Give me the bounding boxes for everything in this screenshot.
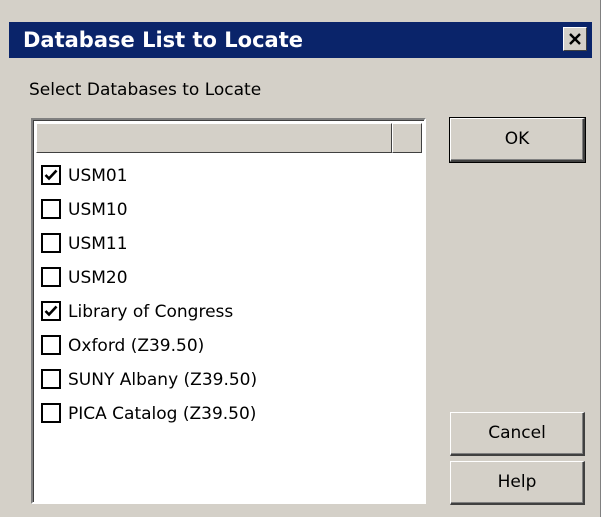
list-item[interactable]: PICA Catalog (Z39.50) xyxy=(39,398,419,432)
checkbox[interactable] xyxy=(41,199,61,219)
check-icon xyxy=(44,305,58,317)
database-listbox[interactable]: USM01 USM10 USM11 USM20 Library of Congress O… xyxy=(31,118,426,504)
list-item-label: PICA Catalog (Z39.50) xyxy=(68,404,257,424)
checkbox[interactable] xyxy=(41,335,61,355)
list-header xyxy=(36,123,422,153)
database-list-dialog: Database List to Locate Select Databases… xyxy=(0,0,601,517)
list-item[interactable]: USM10 xyxy=(39,194,419,228)
checkbox[interactable] xyxy=(41,369,61,389)
help-button[interactable]: Help xyxy=(450,461,585,505)
cancel-button[interactable]: Cancel xyxy=(450,412,585,456)
title-bar: Database List to Locate xyxy=(9,22,592,58)
list-item-label: Oxford (Z39.50) xyxy=(68,336,205,356)
close-button[interactable] xyxy=(563,27,587,51)
checkbox[interactable] xyxy=(41,301,61,321)
list-item[interactable]: Oxford (Z39.50) xyxy=(39,330,419,364)
list-item[interactable]: USM01 xyxy=(39,160,419,194)
list-item-label: USM10 xyxy=(68,200,128,220)
dialog-title: Database List to Locate xyxy=(23,28,303,52)
column-header-extra[interactable] xyxy=(392,123,422,153)
ok-button[interactable]: OK xyxy=(449,117,586,163)
checkbox[interactable] xyxy=(41,267,61,287)
list-item[interactable]: SUNY Albany (Z39.50) xyxy=(39,364,419,398)
list-item[interactable]: USM20 xyxy=(39,262,419,296)
list-item[interactable]: USM11 xyxy=(39,228,419,262)
list-item-label: USM20 xyxy=(68,268,128,288)
check-icon xyxy=(44,169,58,181)
list-item-label: USM01 xyxy=(68,166,128,186)
checkbox[interactable] xyxy=(41,233,61,253)
checkbox[interactable] xyxy=(41,403,61,423)
column-header-name[interactable] xyxy=(36,123,392,153)
close-icon xyxy=(569,33,581,45)
list-item-label: USM11 xyxy=(68,234,128,254)
list-item-label: SUNY Albany (Z39.50) xyxy=(68,370,258,390)
list-item-label: Library of Congress xyxy=(68,302,234,322)
checkbox[interactable] xyxy=(41,165,61,185)
section-label: Select Databases to Locate xyxy=(29,80,262,100)
database-list: USM01 USM10 USM11 USM20 Library of Congress O… xyxy=(39,160,419,432)
list-item[interactable]: Library of Congress xyxy=(39,296,419,330)
